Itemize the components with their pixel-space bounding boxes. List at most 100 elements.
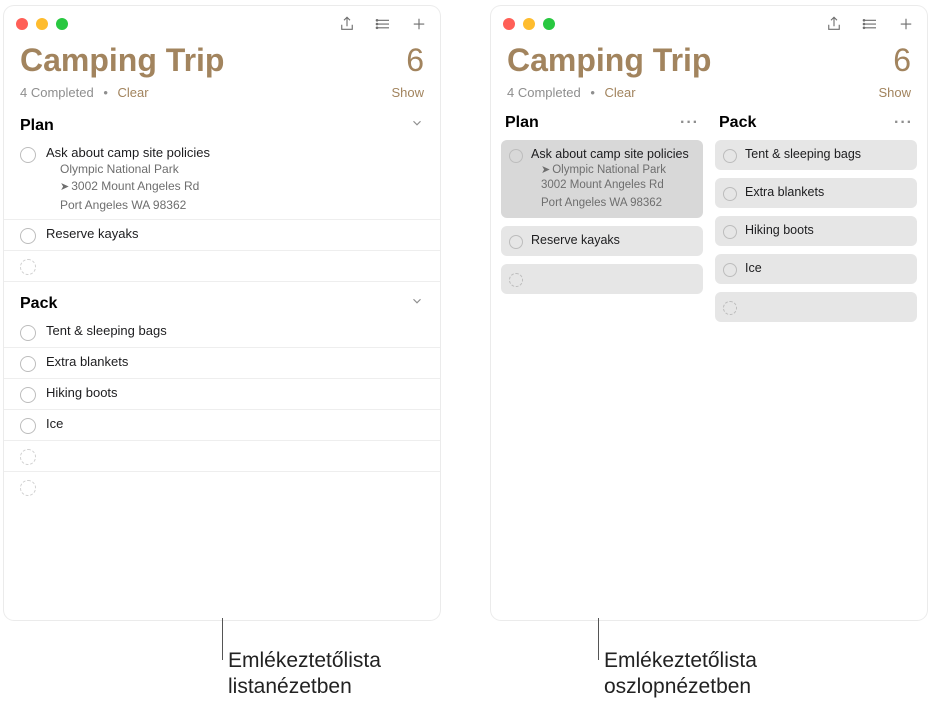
location-icon: ➤: [60, 180, 69, 195]
reminder-title: Ask about camp site policies: [531, 147, 695, 161]
column-title: Plan: [505, 114, 539, 132]
reminder-title: Hiking boots: [745, 223, 909, 237]
caption-line1: Emlékeztetőlista: [604, 648, 757, 674]
reminder-title: Extra blankets: [46, 354, 424, 369]
list-count: 6: [893, 42, 911, 79]
zoom-window-button[interactable]: [543, 18, 555, 30]
zoom-window-button[interactable]: [56, 18, 68, 30]
titlebar: [491, 6, 927, 42]
clear-button[interactable]: Clear: [605, 85, 636, 100]
window-controls: [16, 18, 68, 30]
more-options-icon[interactable]: ···: [680, 114, 699, 132]
add-reminder-icon[interactable]: [410, 15, 428, 33]
reminder-title: Tent & sleeping bags: [46, 323, 424, 338]
section-header-pack[interactable]: Pack: [4, 288, 440, 317]
reminder-row[interactable]: Ice: [4, 410, 440, 441]
reminder-card[interactable]: Tent & sleeping bags: [715, 140, 917, 170]
minimize-window-button[interactable]: [36, 18, 48, 30]
new-reminder-card[interactable]: [715, 292, 917, 322]
callout-line: [222, 618, 223, 660]
complete-toggle[interactable]: [20, 356, 36, 372]
reminder-title: Ice: [46, 416, 424, 431]
reminder-row[interactable]: Tent & sleeping bags: [4, 317, 440, 348]
add-reminder-icon[interactable]: [897, 15, 915, 33]
reminder-card[interactable]: Ask about camp site policies ➤Olympic Na…: [501, 140, 703, 218]
caption-line1: Emlékeztetőlista: [228, 648, 381, 674]
reminder-row[interactable]: Extra blankets: [4, 348, 440, 379]
show-completed-button[interactable]: Show: [391, 85, 424, 100]
caption-line2: oszlopnézetben: [604, 674, 757, 700]
new-reminder-circle-icon: [20, 259, 36, 275]
reminder-row[interactable]: Reserve kayaks: [4, 220, 440, 251]
new-reminder-circle-icon: [20, 480, 36, 496]
section-title: Plan: [20, 117, 54, 135]
reminder-card[interactable]: Hiking boots: [715, 216, 917, 246]
complete-toggle[interactable]: [20, 387, 36, 403]
section-header-plan[interactable]: Plan: [4, 110, 440, 139]
chevron-down-icon[interactable]: [410, 294, 424, 313]
new-reminder-card[interactable]: [501, 264, 703, 294]
column-title: Pack: [719, 114, 756, 132]
toolbar: [825, 15, 915, 33]
completed-count: 4 Completed: [20, 85, 94, 100]
caption-line2: listanézetben: [228, 674, 381, 700]
complete-toggle[interactable]: [723, 149, 737, 163]
complete-toggle[interactable]: [20, 228, 36, 244]
reminder-card[interactable]: Reserve kayaks: [501, 226, 703, 256]
reminder-subtitle: Olympic National Park: [552, 164, 666, 176]
list-header: Camping Trip 6: [491, 42, 927, 83]
reminder-title: Extra blankets: [745, 185, 909, 199]
list-subheader: 4 Completed • Clear Show: [4, 83, 440, 110]
completed-count: 4 Completed: [507, 85, 581, 100]
reminder-address-line2: Port Angeles WA 98362: [46, 197, 424, 213]
minimize-window-button[interactable]: [523, 18, 535, 30]
titlebar: [4, 6, 440, 42]
complete-toggle[interactable]: [509, 235, 523, 249]
close-window-button[interactable]: [503, 18, 515, 30]
caption-list-view: Emlékeztetőlista listanézetben: [228, 648, 381, 701]
show-completed-button[interactable]: Show: [878, 85, 911, 100]
reminder-title: Tent & sleeping bags: [745, 147, 909, 161]
chevron-down-icon[interactable]: [410, 116, 424, 135]
list-title: Camping Trip: [20, 42, 224, 79]
reminder-subtitle: Olympic National Park: [46, 162, 424, 176]
location-icon: ➤: [541, 163, 550, 176]
columns-container: Plan ··· Ask about camp site policies ➤O…: [491, 110, 927, 330]
toolbar: [338, 15, 428, 33]
list-subheader: 4 Completed • Clear Show: [491, 83, 927, 110]
reminder-row[interactable]: Ask about camp site policies Olympic Nat…: [4, 139, 440, 220]
column-plan: Plan ··· Ask about camp site policies ➤O…: [501, 110, 703, 330]
complete-toggle[interactable]: [20, 418, 36, 434]
column-header-pack[interactable]: Pack ···: [715, 110, 917, 140]
new-reminder-placeholder[interactable]: [4, 472, 440, 502]
clear-button[interactable]: Clear: [118, 85, 149, 100]
share-icon[interactable]: [825, 15, 843, 33]
more-options-icon[interactable]: ···: [894, 114, 913, 132]
complete-toggle[interactable]: [20, 325, 36, 341]
close-window-button[interactable]: [16, 18, 28, 30]
complete-toggle[interactable]: [20, 147, 36, 163]
new-reminder-placeholder[interactable]: [4, 441, 440, 472]
new-reminder-circle-icon: [20, 449, 36, 465]
share-icon[interactable]: [338, 15, 356, 33]
column-pack: Pack ··· Tent & sleeping bags Extra blan…: [715, 110, 917, 330]
reminder-card[interactable]: Ice: [715, 254, 917, 284]
section-title: Pack: [20, 295, 57, 313]
complete-toggle[interactable]: [723, 225, 737, 239]
new-reminder-placeholder[interactable]: [4, 251, 440, 282]
reminder-address-line2: Port Angeles WA 98362: [531, 196, 695, 212]
callout-line: [598, 618, 599, 660]
reminder-card[interactable]: Extra blankets: [715, 178, 917, 208]
complete-toggle[interactable]: [723, 187, 737, 201]
reminder-title: Hiking boots: [46, 385, 424, 400]
reminder-address-line1: 3002 Mount Angeles Rd: [71, 179, 199, 193]
view-options-icon[interactable]: [861, 15, 879, 33]
complete-toggle[interactable]: [509, 149, 523, 163]
caption-column-view: Emlékeztetőlista oszlopnézetben: [604, 648, 757, 701]
view-options-icon[interactable]: [374, 15, 392, 33]
reminder-row[interactable]: Hiking boots: [4, 379, 440, 410]
column-header-plan[interactable]: Plan ···: [501, 110, 703, 140]
complete-toggle[interactable]: [723, 263, 737, 277]
window-controls: [503, 18, 555, 30]
reminders-window-list-view: Camping Trip 6 4 Completed • Clear Show …: [4, 6, 440, 620]
